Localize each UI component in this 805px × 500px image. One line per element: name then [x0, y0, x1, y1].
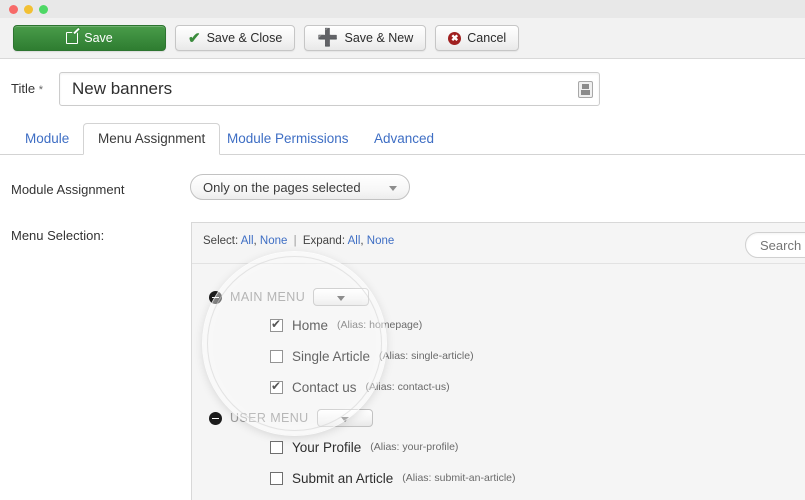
menu-item-alias: (Alias: your-profile) — [370, 441, 459, 453]
search-input[interactable] — [758, 233, 805, 257]
menu-item-alias: (Alias: homepage) — [337, 319, 423, 331]
select-all-link[interactable]: All — [241, 235, 254, 247]
module-assignment-value: Only on the pages selected — [203, 180, 361, 195]
select-expand-separator: | — [293, 235, 297, 247]
menu-group-user-menu: USER MENU — [209, 407, 373, 429]
save-button[interactable]: Save — [13, 25, 166, 51]
tab-module-permissions[interactable]: Module Permissions — [213, 123, 363, 155]
menu-item-checkbox[interactable] — [270, 317, 283, 332]
tab-bar: Module Menu Assignment Module Permission… — [0, 123, 805, 155]
expand-all-link[interactable]: All — [348, 235, 361, 247]
cancel-button[interactable]: ✖ Cancel — [435, 25, 520, 51]
plus-icon: ➕ — [317, 28, 339, 47]
menu-item-checkbox[interactable] — [270, 471, 283, 485]
menu-item-alias: (Alias: single-article) — [379, 350, 474, 362]
edit-icon — [66, 32, 79, 44]
select-none-link[interactable]: None — [260, 235, 288, 247]
maximize-window-icon[interactable] — [39, 5, 48, 14]
menu-item-single-article[interactable]: Single Article (Alias: single-article) — [270, 345, 474, 367]
expand-comma: , — [360, 235, 364, 247]
menu-selection-label: Menu Selection: — [11, 228, 105, 243]
required-asterisk: * — [38, 84, 43, 96]
menu-group-dropdown[interactable] — [313, 288, 370, 306]
save-new-button-label: Save & New — [344, 30, 414, 45]
menu-item-checkbox[interactable] — [270, 440, 283, 454]
minimize-window-icon[interactable] — [24, 5, 33, 14]
app-window: Save ✔ Save & Close ➕ Save & New ✖ Cance… — [0, 0, 805, 500]
minus-circle-icon[interactable] — [209, 290, 222, 304]
module-assignment-select[interactable]: Only on the pages selected — [190, 174, 410, 200]
save-new-button[interactable]: ➕ Save & New — [304, 25, 427, 51]
menu-item-checkbox[interactable] — [270, 379, 283, 394]
menu-tree: MAIN MENU Home (Alias: homepage) Single … — [192, 263, 805, 500]
title-field-label: Title * — [11, 81, 43, 96]
save-close-button[interactable]: ✔ Save & Close — [175, 25, 296, 51]
menu-selection-panel: Select: All, None | Expand: All, None MA… — [191, 222, 805, 500]
toolbar: Save ✔ Save & Close ➕ Save & New ✖ Cance… — [0, 18, 805, 59]
menu-item-alias: (Alias: contact-us) — [365, 381, 450, 393]
menu-item-home[interactable]: Home (Alias: homepage) — [270, 314, 422, 336]
menu-item-contact-us[interactable]: Contact us (Alias: contact-us) — [270, 376, 450, 398]
save-button-label: Save — [84, 30, 113, 45]
menu-item-label: Your Profile — [292, 439, 362, 455]
menu-item-submit-an-article[interactable]: Submit an Article (Alias: submit-an-arti… — [270, 467, 516, 489]
menu-group-main-menu: MAIN MENU — [209, 286, 370, 308]
menu-item-label: Home — [292, 317, 329, 333]
module-assignment-label: Module Assignment — [11, 182, 125, 197]
close-window-icon[interactable] — [9, 5, 18, 14]
cancel-icon: ✖ — [448, 31, 462, 45]
menu-item-label: Contact us — [292, 379, 357, 395]
chevron-down-icon — [389, 186, 397, 191]
tab-module[interactable]: Module — [11, 123, 83, 155]
check-icon: ✔ — [188, 29, 201, 47]
save-close-button-label: Save & Close — [206, 30, 283, 45]
menu-group-title: USER MENU — [230, 411, 309, 425]
menu-group-dropdown[interactable] — [316, 409, 373, 427]
traffic-lights — [9, 5, 48, 14]
title-input[interactable] — [70, 73, 570, 105]
cancel-button-label: Cancel — [467, 30, 507, 45]
menu-group-title: MAIN MENU — [230, 290, 306, 304]
menu-item-label: Submit an Article — [292, 470, 394, 486]
menu-item-checkbox[interactable] — [270, 349, 283, 363]
menu-item-your-profile[interactable]: Your Profile (Alias: your-profile) — [270, 436, 458, 458]
select-prefix: Select: — [203, 235, 239, 247]
title-label-text: Title — [11, 81, 36, 96]
title-row: Title * — [0, 72, 805, 108]
select-expand-bar: Select: All, None | Expand: All, None — [203, 235, 394, 247]
menu-item-label: Single Article — [292, 348, 371, 364]
title-field-wrapper[interactable] — [59, 72, 600, 106]
expand-prefix: Expand: — [302, 235, 346, 247]
tab-advanced[interactable]: Advanced — [360, 123, 448, 155]
expand-none-link[interactable]: None — [367, 235, 395, 247]
menu-item-alias: (Alias: submit-an-article) — [402, 472, 516, 484]
search-box[interactable] — [745, 232, 805, 258]
select-comma: , — [253, 235, 257, 247]
save-disk-icon[interactable] — [578, 81, 593, 98]
window-titlebar — [0, 0, 805, 18]
minus-circle-icon[interactable] — [209, 411, 222, 425]
tab-menu-assignment[interactable]: Menu Assignment — [83, 123, 221, 155]
